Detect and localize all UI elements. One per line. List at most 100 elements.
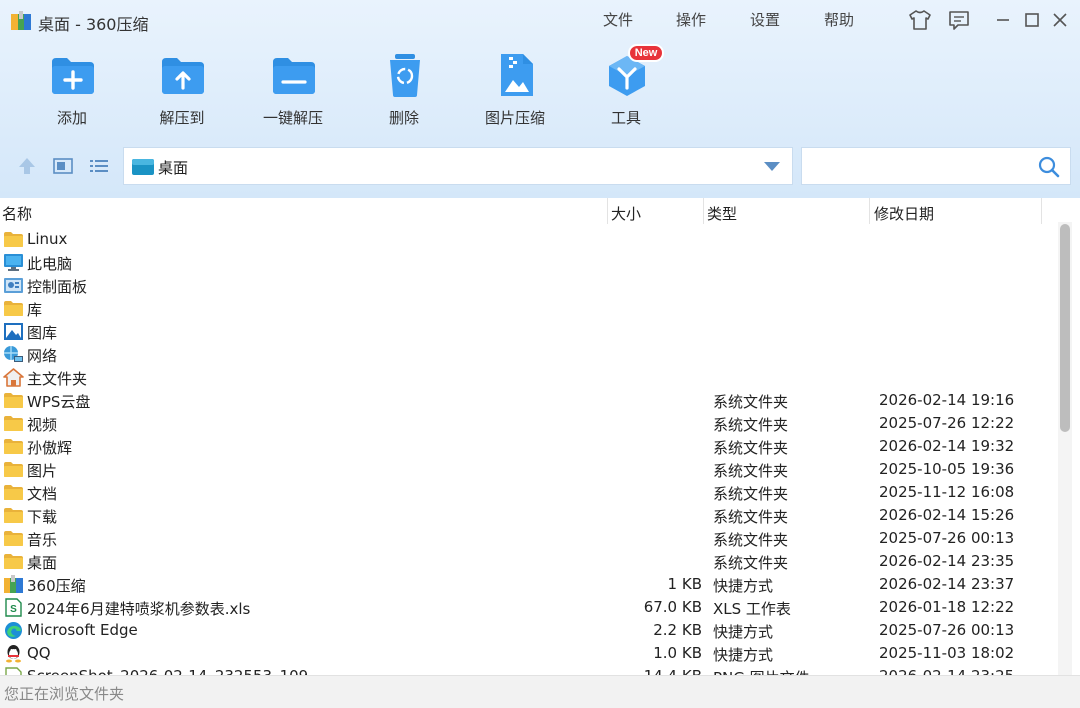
tools-button[interactable]: 工具	[576, 52, 676, 132]
feedback-button[interactable]	[947, 8, 971, 32]
file-row[interactable]: QQ 1.0 KB 快捷方式 2025-11-03 18:02	[0, 642, 1056, 665]
image-compress-button[interactable]: 图片压缩	[465, 52, 565, 132]
file-name: 文档	[27, 485, 58, 503]
column-size[interactable]: 大小	[611, 203, 641, 224]
file-type: 快捷方式	[713, 623, 774, 641]
thumbnail-view-button[interactable]	[50, 153, 76, 179]
file-type: 快捷方式	[713, 646, 774, 664]
file-name: 库	[27, 301, 43, 319]
menu-operate[interactable]: 操作	[676, 9, 706, 30]
file-row[interactable]: ScreenShot_2026-02-14_232553_109 14.4 KB P…	[0, 665, 1056, 675]
add-folder-icon	[52, 58, 94, 94]
file-row[interactable]: 库	[0, 297, 1056, 320]
folder-icon	[3, 437, 24, 456]
maximize-button[interactable]	[1020, 8, 1044, 32]
file-name: 控制面板	[27, 278, 88, 296]
extract-folder-icon	[162, 58, 204, 94]
file-name: 2024年6月建特喷浆机参数表.xls	[27, 600, 251, 618]
file-row[interactable]: 360压缩 1 KB 快捷方式 2026-02-14 23:37	[0, 573, 1056, 596]
file-name: 图库	[27, 324, 58, 342]
file-row[interactable]: Microsoft Edge 2.2 KB 快捷方式 2025-07-26 00:13	[0, 619, 1056, 642]
file-list[interactable]: Linux 此电脑控制面板库图库网络主文件夹 WPS云盘 系统文件夹 2026-02-1…	[0, 228, 1056, 675]
computer-icon	[3, 253, 24, 272]
file-name: 桌面	[27, 554, 58, 572]
file-name: ScreenShot_2026-02-14_232553_109	[27, 667, 308, 675]
column-name[interactable]: 名称	[2, 203, 32, 224]
file-date: 2025-07-26 00:13	[879, 621, 1015, 639]
one-click-folder-icon	[273, 58, 315, 94]
file-date: 2025-10-05 19:36	[879, 460, 1015, 478]
file-name: 孙傲辉	[27, 439, 73, 457]
file-name: Linux	[27, 230, 68, 248]
title-bar: 桌面 - 360压缩 文件 操作 设置 帮助	[0, 0, 1080, 40]
extract-to-button[interactable]: 解压到	[132, 52, 232, 132]
list-view-button[interactable]	[86, 153, 112, 179]
menu-file[interactable]: 文件	[603, 9, 633, 30]
close-button[interactable]	[1048, 8, 1072, 32]
folder-icon	[3, 299, 24, 318]
close-icon	[1053, 13, 1067, 27]
column-type[interactable]: 类型	[707, 203, 737, 224]
search-box[interactable]	[801, 147, 1071, 185]
archive-app-icon	[3, 575, 24, 594]
path-dropdown-icon[interactable]	[764, 162, 780, 171]
column-divider[interactable]	[1041, 198, 1042, 224]
file-row[interactable]: 文档 系统文件夹 2025-11-12 16:08	[0, 481, 1056, 504]
new-badge-text: New	[634, 47, 658, 59]
add-button[interactable]: 添加	[22, 52, 122, 132]
top-chrome: 桌面 - 360压缩 文件 操作 设置 帮助 添加 解压到 一键解压 删除 图片…	[0, 0, 1080, 198]
maximize-icon	[1025, 13, 1039, 27]
file-type: 系统文件夹	[713, 439, 789, 457]
folder-icon	[3, 552, 24, 571]
column-divider[interactable]	[869, 198, 870, 224]
file-name: 360压缩	[27, 577, 86, 595]
path-bar[interactable]: 桌面	[123, 147, 793, 185]
path-text: 桌面	[158, 159, 189, 177]
file-row[interactable]: 孙傲辉 系统文件夹 2026-02-14 19:32	[0, 435, 1056, 458]
file-date: 2025-11-03 18:02	[879, 644, 1015, 662]
file-row[interactable]: 此电脑	[0, 251, 1056, 274]
recycle-bin-icon	[390, 54, 420, 97]
one-click-label: 一键解压	[262, 109, 323, 127]
file-name: 下载	[27, 508, 58, 526]
column-divider[interactable]	[607, 198, 608, 224]
minimize-button[interactable]	[991, 8, 1015, 32]
home-icon	[3, 368, 24, 387]
file-row[interactable]: 图片 系统文件夹 2025-10-05 19:36	[0, 458, 1056, 481]
file-row[interactable]: 图库	[0, 320, 1056, 343]
file-row[interactable]: Linux	[0, 228, 1056, 251]
menu-settings[interactable]: 设置	[750, 9, 780, 30]
delete-button[interactable]: 删除	[354, 52, 454, 132]
file-row[interactable]: 音乐 系统文件夹 2025-07-26 00:13	[0, 527, 1056, 550]
vertical-scrollbar[interactable]	[1058, 222, 1072, 675]
file-row[interactable]: WPS云盘 系统文件夹 2026-02-14 19:16	[0, 389, 1056, 412]
file-row[interactable]: 控制面板	[0, 274, 1056, 297]
file-date: 2025-07-26 00:13	[879, 529, 1015, 547]
folder-icon	[3, 506, 24, 525]
file-row[interactable]: S 2024年6月建特喷浆机参数表.xls 67.0 KB XLS 工作表 2026-0…	[0, 596, 1056, 619]
file-row[interactable]: 网络	[0, 343, 1056, 366]
skin-button[interactable]	[908, 8, 932, 32]
one-click-extract-button[interactable]: 一键解压	[243, 52, 343, 132]
svg-text:S: S	[10, 604, 17, 615]
up-level-button[interactable]	[14, 153, 40, 179]
search-icon[interactable]	[1038, 156, 1060, 178]
file-name: 网络	[27, 347, 58, 365]
file-date: 2026-02-14 23:35	[879, 552, 1015, 570]
folder-icon	[3, 529, 24, 548]
scrollbar-thumb[interactable]	[1060, 224, 1070, 432]
file-row[interactable]: 下载 系统文件夹 2026-02-14 15:26	[0, 504, 1056, 527]
message-icon	[949, 11, 969, 30]
column-date[interactable]: 修改日期	[874, 203, 934, 224]
control-panel-icon	[3, 276, 24, 295]
file-row[interactable]: 桌面 系统文件夹 2026-02-14 23:35	[0, 550, 1056, 573]
search-input[interactable]	[808, 154, 1028, 178]
file-row[interactable]: 主文件夹	[0, 366, 1056, 389]
file-row[interactable]: 视频 系统文件夹 2025-07-26 12:22	[0, 412, 1056, 435]
file-name: 主文件夹	[27, 370, 88, 388]
menu-help[interactable]: 帮助	[824, 9, 854, 30]
file-size: 67.0 KB	[643, 598, 702, 616]
file-name: Microsoft Edge	[27, 621, 138, 639]
column-divider[interactable]	[703, 198, 704, 224]
file-type: 系统文件夹	[713, 554, 789, 572]
